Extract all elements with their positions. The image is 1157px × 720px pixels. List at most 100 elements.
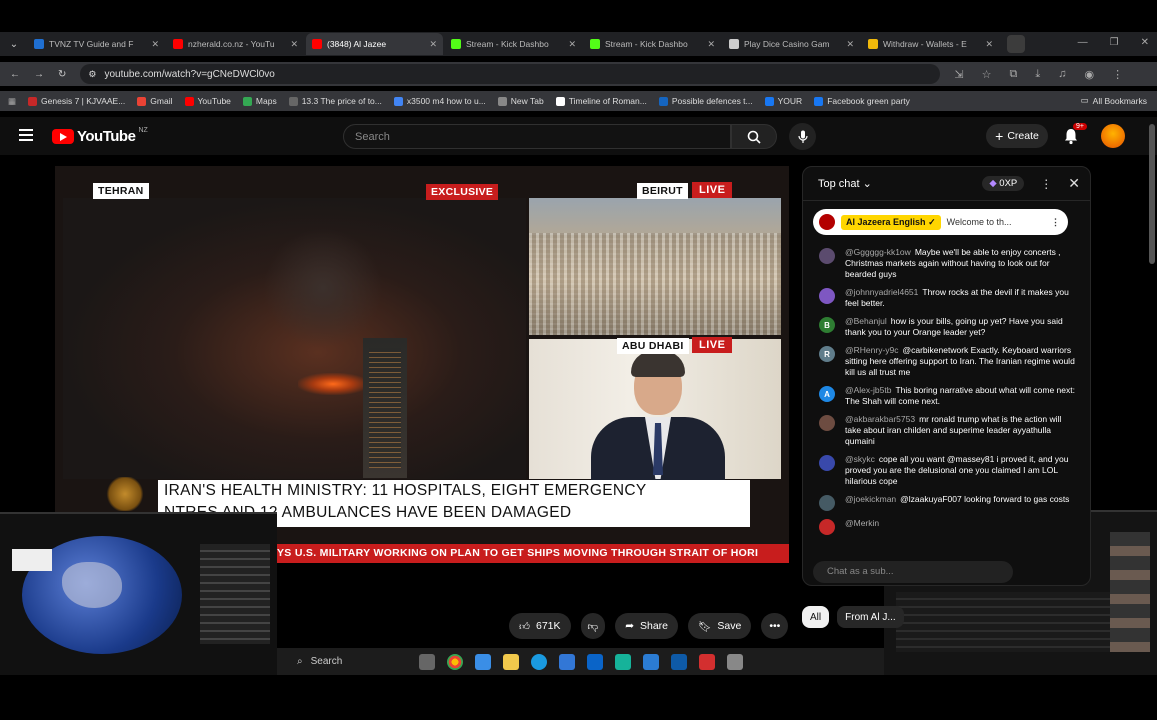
- back-icon[interactable]: ←: [10, 69, 20, 80]
- apps-icon[interactable]: ▦: [8, 96, 16, 107]
- voice-search-button[interactable]: [789, 123, 816, 150]
- bookmark-item[interactable]: Facebook green party: [814, 96, 910, 106]
- chat-avatar[interactable]: [819, 495, 835, 511]
- app-icon-3[interactable]: [643, 653, 659, 670]
- save-button[interactable]: 🔖︎ Save: [688, 613, 752, 639]
- dislike-button[interactable]: 👎︎: [580, 613, 606, 639]
- browser-tab[interactable]: Stream - Kick Dashbo ✕: [584, 33, 721, 55]
- more-actions-button[interactable]: •••: [761, 613, 789, 639]
- xp-badge[interactable]: ◆ 0XP: [982, 176, 1025, 191]
- tab-close-icon[interactable]: ✕: [290, 39, 298, 50]
- bookmark-item[interactable]: Genesis 7 | KJVAAE...: [28, 96, 125, 106]
- chat-avatar[interactable]: [819, 415, 835, 431]
- app-icon-5[interactable]: [699, 653, 715, 670]
- new-tab-button[interactable]: [1007, 35, 1025, 53]
- app-icon-4[interactable]: [671, 653, 687, 670]
- close-window-icon[interactable]: ✕: [1141, 37, 1149, 48]
- bookmark-star-icon[interactable]: ☆: [982, 68, 992, 81]
- bookmark-item[interactable]: New Tab: [497, 96, 544, 106]
- edge-icon[interactable]: [531, 653, 547, 670]
- tab-close-icon[interactable]: ✕: [985, 39, 993, 50]
- tab-close-icon[interactable]: ✕: [429, 39, 437, 50]
- chat-author[interactable]: @joekickman: [845, 494, 896, 504]
- chat-avatar[interactable]: A: [819, 386, 835, 402]
- chat-options-icon[interactable]: ⋮: [1040, 177, 1052, 191]
- filter-chip[interactable]: From Al J...: [837, 606, 904, 628]
- bookmark-item[interactable]: YouTube: [184, 96, 231, 106]
- restore-icon[interactable]: ❐: [1110, 37, 1119, 48]
- video-player[interactable]: TEHRAN EXCLUSIVE BEIRUT LIVE ABU DHABI L…: [55, 166, 789, 563]
- create-button[interactable]: + Create: [986, 124, 1048, 148]
- browser-tab[interactable]: TVNZ TV Guide and F ✕: [28, 33, 165, 55]
- app-icon-2[interactable]: [615, 653, 631, 670]
- chrome-icon[interactable]: [447, 653, 463, 670]
- bookmark-item[interactable]: 13.3 The price of to...: [288, 96, 382, 106]
- filter-chip[interactable]: All: [802, 606, 830, 628]
- browser-tab[interactable]: Stream - Kick Dashbo ✕: [445, 33, 582, 55]
- share-button[interactable]: ➦ Share: [615, 613, 679, 639]
- minimize-icon[interactable]: —: [1078, 37, 1088, 48]
- chat-author[interactable]: @johnnyadriel4651: [845, 287, 918, 297]
- chat-author[interactable]: @Gggggg-kk1ow: [845, 247, 911, 257]
- pinned-message[interactable]: Al Jazeera English ✓ Welcome to th... ⋮: [813, 209, 1068, 235]
- chat-avatar[interactable]: [819, 288, 835, 304]
- tab-close-icon[interactable]: ✕: [846, 39, 854, 50]
- forward-icon[interactable]: →: [34, 69, 44, 80]
- chat-avatar[interactable]: R: [819, 346, 835, 362]
- bookmark-item[interactable]: Gmail: [137, 96, 173, 106]
- taskbar-search[interactable]: ⌕ Search: [297, 656, 407, 667]
- browser-tab[interactable]: (3848) Al Jazee ✕: [306, 33, 443, 55]
- bookmark-favicon-icon: [137, 96, 147, 106]
- chat-avatar[interactable]: [819, 519, 835, 535]
- chat-author[interactable]: @RHenry-y9c: [845, 345, 899, 355]
- file-explorer-icon[interactable]: [503, 653, 519, 670]
- settings-gear-icon[interactable]: [727, 653, 743, 670]
- app-icon[interactable]: [475, 653, 491, 670]
- chat-author[interactable]: @skykc: [845, 454, 875, 464]
- browser-tab[interactable]: Play Dice Casino Gam ✕: [723, 33, 860, 55]
- bookmark-item[interactable]: Possible defences t...: [658, 96, 753, 106]
- chat-mode-selector[interactable]: Top chat ⌄: [818, 177, 872, 190]
- chat-avatar[interactable]: [819, 455, 835, 471]
- tab-close-icon[interactable]: ✕: [151, 39, 159, 50]
- menu-icon[interactable]: ⋮: [1112, 68, 1123, 81]
- youtube-logo[interactable]: YouTube NZ: [52, 127, 148, 145]
- bookmark-favicon-icon: [288, 96, 298, 106]
- chat-author[interactable]: @akbarakbar5753: [845, 414, 915, 424]
- profile-icon[interactable]: ◉: [1084, 68, 1094, 81]
- tab-close-icon[interactable]: ✕: [568, 39, 576, 50]
- chat-author[interactable]: @Behanjul: [845, 316, 887, 326]
- store-icon[interactable]: [587, 653, 603, 670]
- bookmark-item[interactable]: YOUR: [764, 96, 802, 106]
- reload-icon[interactable]: ↻: [58, 69, 66, 80]
- page-scrollbar[interactable]: [1149, 124, 1155, 264]
- like-button[interactable]: 👍︎ 671K: [509, 613, 571, 639]
- chat-author[interactable]: @Alex-jb5tb: [845, 385, 891, 395]
- extensions-icon[interactable]: ⧉: [1009, 68, 1017, 81]
- download-icon[interactable]: ⤓: [1035, 68, 1040, 81]
- bookmark-item[interactable]: Timeline of Roman...: [555, 96, 647, 106]
- search-button[interactable]: [731, 124, 777, 149]
- bookmark-item[interactable]: x3500 m4 how to u...: [393, 96, 486, 106]
- pinned-options-icon[interactable]: ⋮: [1051, 217, 1060, 228]
- outlook-icon[interactable]: [559, 653, 575, 670]
- bookmark-item[interactable]: Maps: [242, 96, 277, 106]
- task-view-icon[interactable]: [419, 653, 435, 670]
- site-info-icon[interactable]: ⚙: [88, 69, 96, 80]
- chat-avatar[interactable]: [819, 248, 835, 264]
- address-bar[interactable]: ⚙ youtube.com/watch?v=gCNeDWCl0vo: [80, 64, 941, 84]
- chat-avatar[interactable]: B: [819, 317, 835, 333]
- install-icon[interactable]: ⇲: [954, 68, 963, 81]
- search-input[interactable]: Search: [343, 124, 731, 149]
- user-avatar[interactable]: [1101, 124, 1125, 148]
- browser-tab[interactable]: Withdraw - Wallets - E ✕: [862, 33, 999, 55]
- menu-hamburger-icon[interactable]: [19, 129, 33, 141]
- browser-tab[interactable]: nzherald.co.nz - YouTu ✕: [167, 33, 304, 55]
- tab-search-icon[interactable]: ⌄: [0, 39, 28, 50]
- tab-close-icon[interactable]: ✕: [707, 39, 715, 50]
- all-bookmarks[interactable]: ▭ All Bookmarks: [1081, 95, 1147, 106]
- chat-author[interactable]: @Merkin: [845, 518, 879, 528]
- chat-input[interactable]: Chat as a sub...: [813, 561, 1013, 583]
- close-chat-icon[interactable]: ✕: [1068, 175, 1080, 192]
- media-icon[interactable]: ♫: [1058, 68, 1066, 81]
